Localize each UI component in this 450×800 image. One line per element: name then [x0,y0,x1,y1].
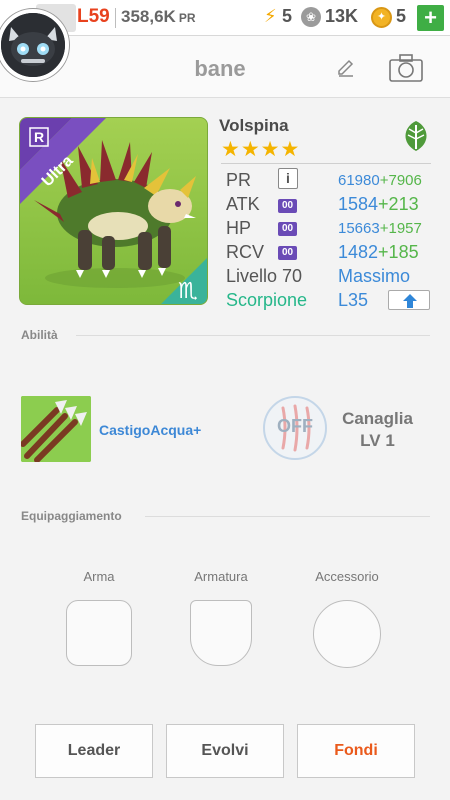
paw-value: 13K [325,6,359,26]
cat-avatar-icon [1,13,65,77]
leader-skill-level: LV 1 [360,431,395,450]
zodiac-name: Scorpione [226,290,308,310]
armor-label: Armatura [194,569,248,584]
level-state: Massimo [338,266,411,286]
status-bar: L59 358,6K PR ⚡ 5 ❀ 13K ✦ 5 + [0,0,450,36]
energy-value: 5 [282,6,293,26]
monster-nickname: bane [194,56,246,81]
abilities-divider [76,335,430,336]
zodiac-upgrade-button[interactable] [388,290,430,310]
pr-label: PR [226,170,252,190]
leader-skill-name: Canaglia [342,409,413,428]
equipment-section-label: Equipaggiamento [21,509,122,523]
add-coins-button[interactable]: + [417,5,444,31]
monster-portrait[interactable]: Ultra R ♏ [19,117,208,305]
player-pr: 358,6K PR [121,7,196,27]
hp-bonus: +1957 [379,220,422,237]
arrow-up-icon [403,294,417,308]
zodiac-icon: ♏ [178,279,198,304]
pr-base: 61980 [338,172,380,189]
rcv-value: 1482+185 [338,242,419,263]
weapon-slot[interactable] [66,600,132,666]
coin-value: 5 [396,6,407,26]
pr-info-button[interactable]: i [278,168,298,189]
pr-value: 61980+7906 [338,172,422,189]
accessory-slot[interactable] [313,600,381,668]
equipment-divider [145,516,430,517]
pr-total-value: 358,6K [121,7,176,26]
star-rating: ★★★★ [221,138,301,161]
rcv-label: RCV [226,242,265,262]
leader-skill-info: Canaglia LV 1 [330,408,425,452]
coin-icon: ✦ [371,7,392,28]
monster-name: Volspina [219,116,289,135]
player-level: L59 [77,6,110,27]
arrows-skill-icon [21,396,91,462]
stats-divider [221,163,431,164]
edit-icon[interactable] [336,58,356,78]
hp-base: 15663 [338,220,380,237]
atk-label: ATK [226,194,260,214]
atk-value: 1584+213 [338,194,419,215]
rcv-bonus: +185 [378,242,419,262]
avatar[interactable] [0,9,69,81]
evolve-button[interactable]: Evolvi [166,724,284,778]
hp-plus-badge: 00 [278,222,297,236]
rcv-plus-badge: 00 [278,246,297,260]
armor-slot[interactable] [190,600,252,666]
hp-value: 15663+1957 [338,220,422,237]
rcv-base: 1482 [338,242,379,262]
divider [115,8,116,28]
atk-bonus: +213 [378,194,419,214]
zodiac-level: L35 [338,290,369,310]
fuse-button[interactable]: Fondi [297,724,415,778]
abilities-section-label: Abilità [21,328,58,342]
atk-plus-badge: 00 [278,199,297,213]
monster-art: Ultra R ♏ [20,118,207,304]
level-label: Livello 70 [226,266,303,286]
weapon-label: Arma [83,569,115,584]
paw-icon: ❀ [301,7,321,27]
active-skill-icon[interactable] [21,396,91,462]
rank-badge: R [34,129,44,145]
pr-unit: PR [178,11,196,25]
accessory-label: Accessorio [315,569,379,584]
atk-base: 1584 [338,194,379,214]
leader-skill-state: OFF [277,416,313,436]
active-skill-name[interactable]: CastigoAcqua+ [99,422,201,438]
energy-icon: ⚡ [264,6,277,26]
leader-skill-toggle[interactable]: OFF [263,396,327,460]
hp-label: HP [226,218,252,238]
leader-button[interactable]: Leader [35,724,153,778]
leaf-icon [405,121,427,151]
pr-bonus: +7906 [379,172,422,189]
camera-icon[interactable] [388,53,424,83]
